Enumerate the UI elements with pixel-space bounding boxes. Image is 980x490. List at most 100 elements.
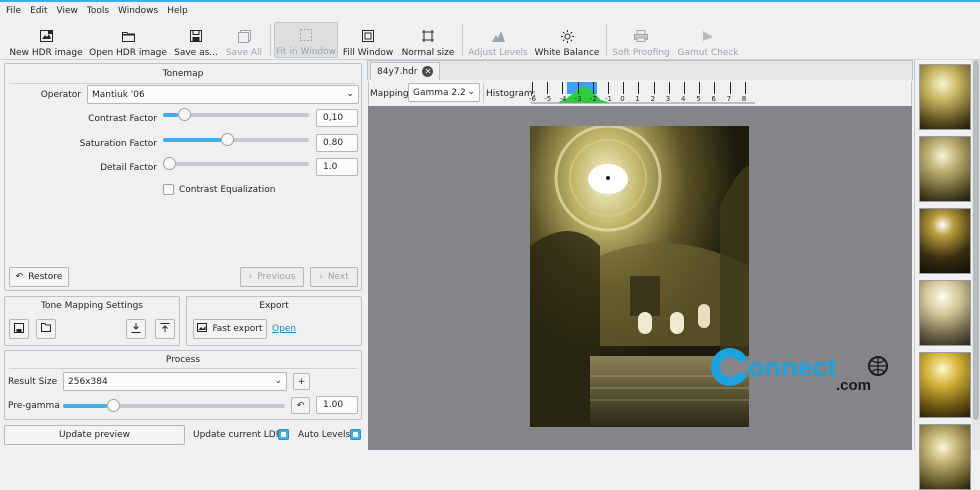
previous-label: Previous bbox=[257, 272, 296, 282]
menu-file[interactable]: File bbox=[4, 6, 28, 16]
save-all-button[interactable]: Save All bbox=[224, 22, 264, 58]
soft-proofing-label: Soft Proofing bbox=[612, 48, 670, 58]
menu-tools[interactable]: Tools bbox=[85, 6, 116, 16]
mapping-select[interactable]: Gamma 2.2 ⌄ bbox=[408, 83, 480, 102]
thumbnail-scrollbar[interactable] bbox=[972, 60, 980, 450]
menu-edit[interactable]: Edit bbox=[28, 6, 54, 16]
histogram-tick-label: -5 bbox=[544, 95, 552, 103]
slider-handle[interactable] bbox=[163, 157, 176, 170]
histogram-tick-mark bbox=[684, 82, 685, 94]
result-size-select[interactable]: 256x384 ⌄ bbox=[63, 372, 287, 391]
menu-help[interactable]: Help bbox=[165, 6, 195, 16]
histogram-tick-mark bbox=[744, 82, 746, 94]
saturation-factor-spinbox[interactable]: 0.80 bbox=[316, 134, 358, 152]
histogram-tick-label: 3 bbox=[665, 95, 671, 103]
viewer-toolbar-separator bbox=[483, 83, 484, 103]
update-preview-button[interactable]: Update preview bbox=[4, 425, 185, 445]
soft-proofing-button[interactable]: Soft Proofing bbox=[612, 22, 670, 58]
normal-size-button[interactable]: Normal size bbox=[400, 22, 456, 58]
contrast-factor-spinbox[interactable]: 0,10 bbox=[316, 109, 358, 127]
slider-fill bbox=[163, 113, 178, 117]
image-viewer[interactable]: onnect .com bbox=[368, 106, 912, 450]
gamut-check-button[interactable]: Gamut Check bbox=[677, 22, 739, 58]
operator-select[interactable]: Mantiuk '06 ⌄ bbox=[87, 85, 359, 104]
slider-handle[interactable] bbox=[221, 133, 235, 146]
thumbnail-item[interactable] bbox=[919, 424, 971, 490]
chevron-right-icon: › bbox=[319, 272, 323, 282]
save-all-label: Save All bbox=[225, 48, 263, 58]
connect-logo: onnect .com bbox=[711, 348, 888, 394]
process-title: Process bbox=[165, 355, 201, 365]
histogram-tick-mark bbox=[668, 82, 670, 94]
thumbnail-strip bbox=[914, 60, 980, 490]
histogram-tick-mark bbox=[532, 82, 533, 94]
white-balance-button[interactable]: White Balance bbox=[534, 22, 600, 58]
menu-view[interactable]: View bbox=[55, 6, 85, 16]
folder-icon bbox=[41, 323, 51, 335]
toolbar-separator bbox=[606, 24, 607, 56]
previous-button[interactable]: ‹ Previous bbox=[240, 267, 304, 287]
adjust-levels-button[interactable]: Adjust Levels bbox=[468, 22, 528, 58]
fast-export-button[interactable]: Fast export bbox=[193, 319, 267, 339]
pre-gamma-slider[interactable] bbox=[63, 399, 285, 412]
histogram-widget[interactable]: -6 -5 -4 -3 -2 -1 0 1 2 3 4 5 6 7 8 bbox=[529, 82, 755, 105]
close-tab-icon[interactable]: ✕ bbox=[422, 66, 434, 77]
detail-factor-spinbox[interactable]: 1.0 bbox=[316, 158, 358, 176]
fill-window-button[interactable]: Fill Window bbox=[342, 22, 394, 58]
tone-mapping-settings-title: Tone Mapping Settings bbox=[41, 301, 143, 311]
histogram-tick-label: -1 bbox=[605, 95, 612, 103]
restore-button[interactable]: ↶ Restore bbox=[9, 267, 69, 287]
auto-levels-checkbox[interactable] bbox=[350, 429, 361, 440]
image-tab-bar: 84y7.hdr ✕ bbox=[367, 60, 913, 80]
tonemap-title: Tonemap bbox=[162, 69, 204, 79]
thumbnail-item[interactable] bbox=[919, 136, 971, 202]
new-hdr-button[interactable]: New HDR image bbox=[9, 22, 83, 58]
load-settings-button[interactable] bbox=[36, 319, 56, 339]
fast-export-label: Fast export bbox=[212, 324, 263, 334]
open-hdr-button[interactable]: Open HDR image bbox=[89, 22, 167, 58]
slider-handle[interactable] bbox=[177, 108, 191, 121]
tone-mapping-settings-panel: Tone Mapping Settings bbox=[4, 296, 180, 346]
upload-settings-button[interactable] bbox=[155, 319, 175, 339]
thumbnail-item[interactable] bbox=[919, 208, 971, 274]
open-export-link[interactable]: Open bbox=[272, 324, 296, 334]
detail-factor-label: Detail Factor bbox=[100, 163, 157, 173]
save-settings-button[interactable] bbox=[9, 319, 29, 339]
thumbnail-item[interactable] bbox=[919, 352, 971, 418]
download-settings-button[interactable] bbox=[126, 319, 146, 339]
toolbar-separator bbox=[270, 24, 271, 56]
menu-bar: File Edit View Tools Windows Help bbox=[0, 2, 980, 20]
update-current-ldr-checkbox[interactable] bbox=[278, 429, 289, 440]
add-size-button[interactable]: + bbox=[293, 373, 310, 390]
histogram-tick-label: 5 bbox=[696, 95, 701, 103]
save-icon bbox=[14, 322, 24, 336]
fill-window-label: Fill Window bbox=[342, 48, 394, 58]
reset-gamma-button[interactable]: ↶ bbox=[291, 397, 310, 414]
contrast-factor-slider[interactable] bbox=[163, 108, 309, 121]
histogram-tick-label: 7 bbox=[726, 95, 732, 103]
save-as-button[interactable]: Save as... bbox=[174, 22, 218, 58]
image-tab[interactable]: 84y7.hdr ✕ bbox=[370, 62, 441, 80]
chevron-down-icon: ⌄ bbox=[274, 376, 282, 386]
fit-window-label: Fit in Window bbox=[276, 47, 336, 57]
next-button[interactable]: › Next bbox=[310, 267, 358, 287]
scrollbar-grip[interactable] bbox=[973, 60, 979, 420]
operator-value: Mantiuk '06 bbox=[92, 89, 145, 100]
slider-handle[interactable] bbox=[107, 399, 121, 412]
contrast-equalization-label: Contrast Equalization bbox=[179, 185, 276, 195]
contrast-equalization-checkbox[interactable] bbox=[163, 184, 174, 195]
auto-levels-label: Auto Levels bbox=[298, 430, 351, 440]
thumbnail-item[interactable] bbox=[919, 280, 971, 346]
histogram-tick-label: -4 bbox=[559, 95, 567, 103]
detail-factor-slider[interactable] bbox=[163, 157, 309, 170]
histogram-tick-mark bbox=[592, 82, 594, 94]
saturation-factor-slider[interactable] bbox=[163, 133, 309, 146]
chevron-left-icon: ‹ bbox=[248, 272, 253, 282]
fill-window-icon bbox=[361, 29, 375, 43]
menu-windows[interactable]: Windows bbox=[116, 6, 165, 16]
download-icon bbox=[131, 322, 141, 336]
thumbnail-item[interactable] bbox=[919, 64, 971, 130]
pre-gamma-spinbox[interactable]: 1.00 bbox=[316, 396, 358, 414]
result-size-label: Result Size bbox=[8, 377, 58, 387]
fit-window-button[interactable]: Fit in Window bbox=[274, 22, 338, 58]
